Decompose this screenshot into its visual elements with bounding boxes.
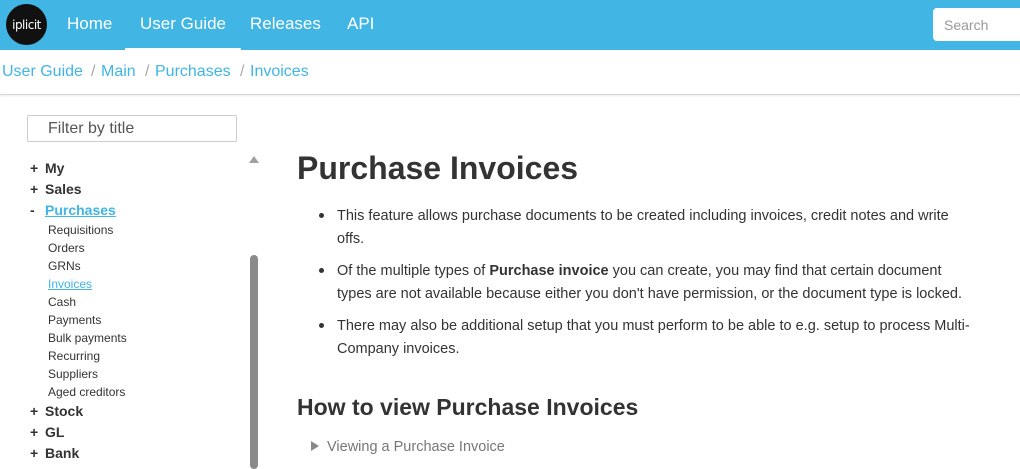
nav-releases[interactable]: Releases — [250, 0, 321, 50]
breadcrumb: User Guide / Main / Purchases / Invoices — [0, 50, 1020, 95]
breadcrumb-separator: / — [91, 63, 96, 80]
sidebar-subitem-recurring[interactable]: Recurring — [48, 349, 100, 363]
sidebar-subitem-payments[interactable]: Payments — [48, 313, 101, 327]
sidebar-item-label: Purchases — [45, 202, 116, 218]
expand-toggle[interactable]: + — [30, 424, 45, 440]
sidebar-subitem-cash[interactable]: Cash — [48, 295, 76, 309]
sidebar-subitem-orders[interactable]: Orders — [48, 241, 85, 255]
nav-user-guide[interactable]: User Guide — [125, 0, 241, 50]
sidebar-item-my[interactable]: + My — [30, 160, 64, 176]
sidebar-subitem-invoices[interactable]: Invoices — [48, 277, 92, 291]
sidebar-item-label: Stock — [45, 403, 84, 419]
expand-toggle[interactable]: + — [30, 403, 45, 419]
sidebar-item-label: Sales — [45, 181, 82, 197]
sidebar-item-label: My — [45, 160, 65, 176]
breadcrumb-separator: / — [240, 63, 245, 80]
bullet-icon — [319, 323, 324, 328]
bullet-text-part: Of the multiple types of — [337, 263, 490, 279]
nav-home[interactable]: Home — [67, 0, 112, 50]
top-navbar: iplicit Home User Guide Releases API — [0, 0, 1020, 50]
collapse-toggle[interactable]: - — [30, 202, 45, 218]
sidebar-item-label: Bank — [45, 445, 80, 461]
sidebar-item-label: GL — [45, 424, 65, 440]
expand-toggle[interactable]: + — [30, 445, 45, 461]
bullet-icon — [319, 213, 324, 218]
bullet-text: types are not available because either y… — [337, 286, 963, 302]
bullet-text: Of the multiple types of Purchase invoic… — [337, 263, 942, 279]
details-summary: Viewing a Purchase Invoice — [327, 439, 505, 455]
sidebar-item-stock[interactable]: + Stock — [30, 403, 83, 419]
sidebar-subitem-grns[interactable]: GRNs — [48, 259, 81, 273]
disclosure-triangle-icon[interactable] — [311, 441, 319, 452]
breadcrumb-invoices[interactable]: Invoices — [250, 63, 309, 81]
sidebar-item-purchases[interactable]: - Purchases — [30, 202, 116, 218]
details-viewing-purchase-invoice[interactable]: Viewing a Purchase Invoice — [311, 439, 505, 455]
bullet-text: There may also be additional setup that … — [337, 318, 970, 334]
logo-text: iplicit — [12, 17, 41, 32]
section-heading: How to view Purchase Invoices — [297, 394, 639, 420]
breadcrumb-separator: / — [145, 63, 150, 80]
iplicit-logo[interactable]: iplicit — [6, 4, 47, 45]
sidebar-subitem-aged-creditors[interactable]: Aged creditors — [48, 385, 125, 399]
sidebar-subitem-requisitions[interactable]: Requisitions — [48, 223, 113, 237]
filter-by-title-input[interactable] — [27, 115, 237, 142]
sidebar-subitem-bulk-payments[interactable]: Bulk payments — [48, 331, 127, 345]
bullet-icon — [319, 268, 324, 273]
breadcrumb-purchases[interactable]: Purchases — [155, 63, 231, 81]
bullet-text-part: you can create, you may find that certai… — [608, 263, 942, 279]
bullet-text: offs. — [337, 231, 365, 247]
sidebar-subitem-suppliers[interactable]: Suppliers — [48, 367, 98, 381]
scroll-up-arrow-icon[interactable] — [249, 156, 259, 163]
bullet-text: This feature allows purchase documents t… — [337, 208, 949, 224]
sidebar-item-gl[interactable]: + GL — [30, 424, 64, 440]
page-title: Purchase Invoices — [297, 150, 579, 186]
nav-api[interactable]: API — [347, 0, 374, 50]
breadcrumb-main[interactable]: Main — [101, 63, 136, 81]
search-input[interactable] — [933, 8, 1020, 41]
expand-toggle[interactable]: + — [30, 160, 45, 176]
scrollbar-thumb[interactable] — [250, 255, 258, 469]
bullet-text: Company invoices. — [337, 341, 460, 357]
breadcrumb-user-guide[interactable]: User Guide — [2, 63, 83, 81]
expand-toggle[interactable]: + — [30, 181, 45, 197]
sidebar-item-sales[interactable]: + Sales — [30, 181, 82, 197]
sidebar-scrollbar[interactable] — [248, 153, 260, 469]
sidebar-item-bank[interactable]: + Bank — [30, 445, 79, 461]
bullet-emphasis: Purchase invoice — [489, 263, 609, 279]
